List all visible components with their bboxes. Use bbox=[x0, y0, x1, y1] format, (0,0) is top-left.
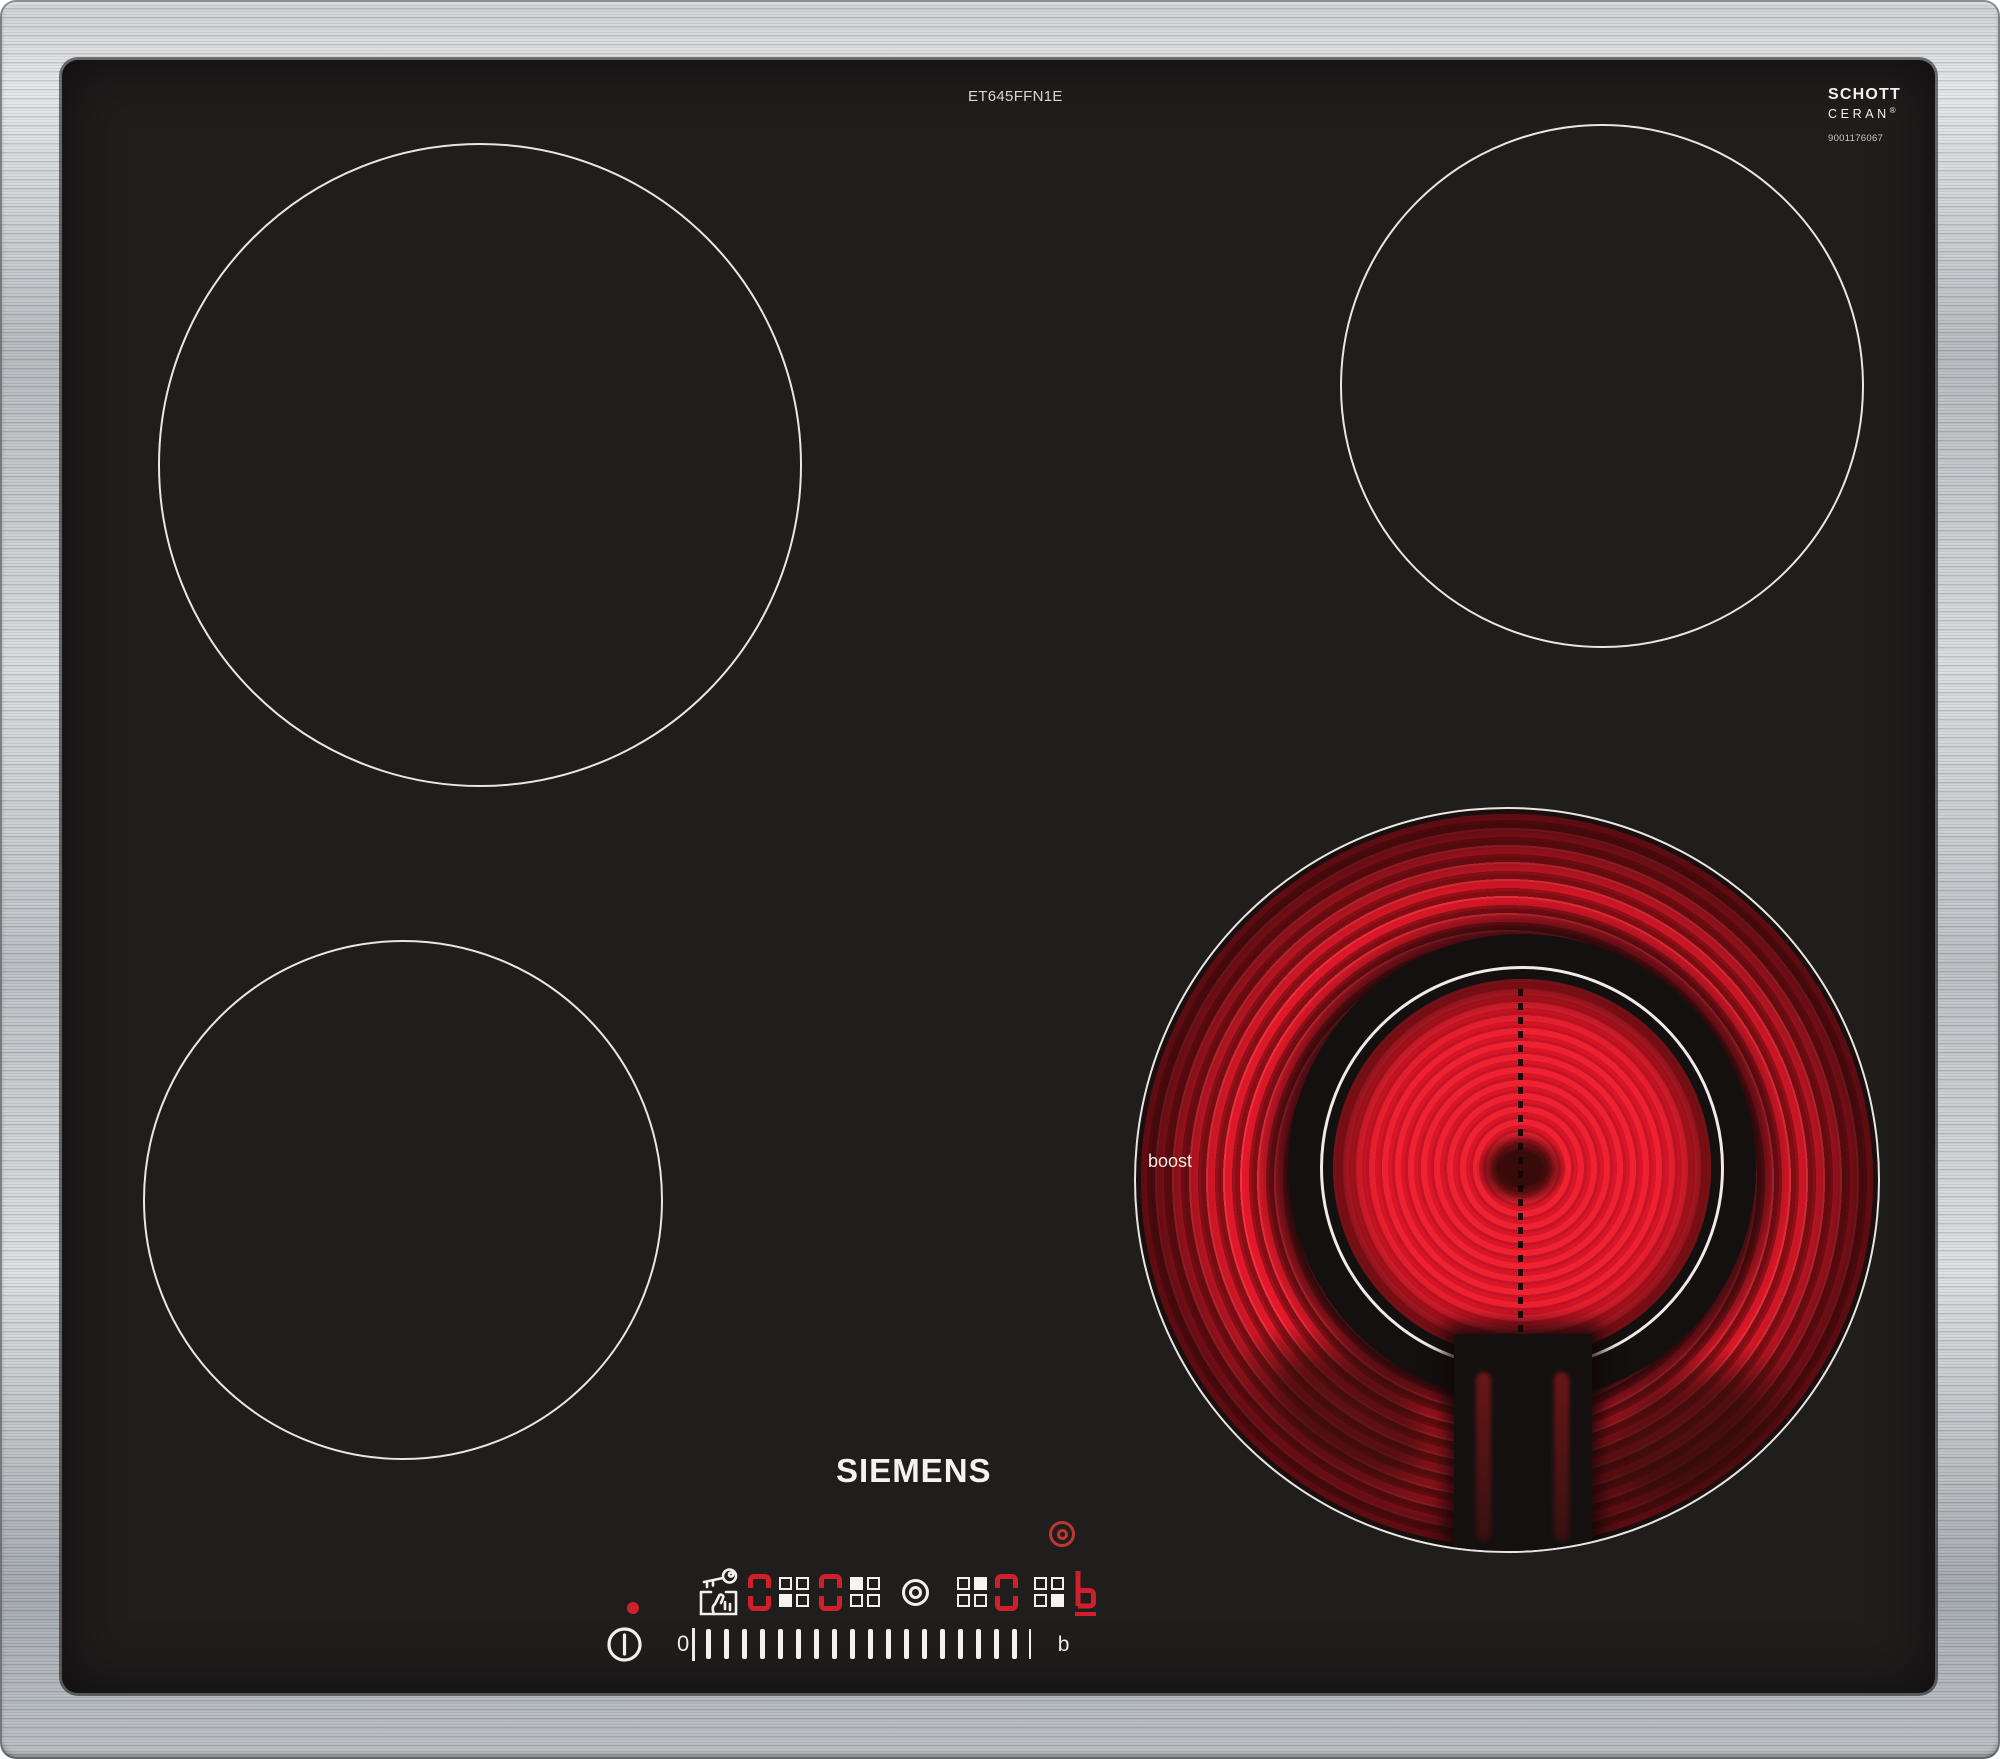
slider-tick[interactable] bbox=[940, 1629, 945, 1659]
zone-display-middle bbox=[819, 1574, 842, 1611]
slider-max-label[interactable]: b bbox=[1058, 1634, 1070, 1655]
connector-glow-right bbox=[1554, 1372, 1569, 1541]
zone-select-squares-bottom-left[interactable] bbox=[779, 1577, 809, 1607]
ceramic-glass-surface: ET645FFN1E SCHOTT CERAN® 9001176067 SIEM… bbox=[62, 60, 1935, 1693]
slider-tick[interactable] bbox=[778, 1629, 783, 1659]
cooking-zone-bottom-right-active: boost bbox=[1134, 807, 1880, 1553]
cooking-zone-top-right bbox=[1340, 124, 1864, 648]
slider-tick[interactable] bbox=[1012, 1629, 1017, 1659]
power-level-slider-row: 0 b bbox=[606, 1624, 1069, 1664]
slider-tick[interactable] bbox=[886, 1629, 891, 1659]
schott-logo-line2: CERAN® bbox=[1828, 106, 1923, 121]
slider-tick[interactable] bbox=[976, 1629, 981, 1659]
model-number: ET645FFN1E bbox=[968, 88, 1063, 105]
power-icon[interactable] bbox=[606, 1626, 643, 1663]
print-number: 9001176067 bbox=[1828, 133, 1923, 144]
dual-zone-inner-ring bbox=[909, 1586, 922, 1599]
dual-zone-active-icon bbox=[1049, 1521, 1075, 1547]
zone-display-left bbox=[748, 1574, 771, 1611]
slider-tick[interactable] bbox=[814, 1629, 819, 1659]
slider-tick[interactable] bbox=[760, 1629, 765, 1659]
zone-select-squares-bottom-right[interactable] bbox=[1034, 1577, 1064, 1607]
boost-display bbox=[1074, 1569, 1097, 1616]
boost-display-underline bbox=[1075, 1612, 1096, 1616]
slider-tick[interactable] bbox=[958, 1629, 963, 1659]
residual-heat-led bbox=[627, 1602, 639, 1614]
touch-control-row bbox=[695, 1563, 1097, 1621]
cooking-zone-bottom-left bbox=[143, 940, 663, 1460]
element-connector-shadow bbox=[1454, 1334, 1592, 1553]
zone-select-squares-top-right[interactable] bbox=[957, 1577, 987, 1607]
schott-ceran-logo: SCHOTT CERAN® 9001176067 bbox=[1828, 86, 1923, 144]
zone-display-right bbox=[995, 1574, 1018, 1611]
slider-tick[interactable] bbox=[796, 1629, 801, 1659]
zone-select-squares-top-left[interactable] bbox=[850, 1577, 880, 1607]
dual-zone-active-inner-ring bbox=[1057, 1529, 1068, 1540]
slider-ticks bbox=[706, 1629, 1017, 1659]
schott-logo-line1: SCHOTT bbox=[1828, 86, 1923, 104]
cooking-zone-top-left bbox=[158, 143, 802, 787]
slider-min-label: 0 bbox=[677, 1633, 689, 1655]
slider-tick[interactable] bbox=[850, 1629, 855, 1659]
slider-tick[interactable] bbox=[706, 1629, 711, 1659]
boost-label: boost bbox=[1148, 1151, 1192, 1172]
element-center-seam bbox=[1518, 989, 1523, 1349]
slider-tick[interactable] bbox=[742, 1629, 747, 1659]
slider-tick[interactable] bbox=[832, 1629, 837, 1659]
registered-mark: ® bbox=[1890, 106, 1896, 115]
slider-end-tick[interactable] bbox=[1029, 1629, 1031, 1659]
slider-tick[interactable] bbox=[724, 1629, 729, 1659]
siemens-logo: SIEMENS bbox=[836, 1452, 992, 1490]
key-lock-icon[interactable] bbox=[695, 1565, 742, 1620]
cooktop: ET645FFN1E SCHOTT CERAN® 9001176067 SIEM… bbox=[0, 0, 2000, 1759]
slider-tick[interactable] bbox=[904, 1629, 909, 1659]
slider-tick[interactable] bbox=[994, 1629, 999, 1659]
slider-tick[interactable] bbox=[922, 1629, 927, 1659]
slider-tick[interactable] bbox=[868, 1629, 873, 1659]
connector-glow-left bbox=[1476, 1372, 1491, 1541]
slider-min-divider bbox=[692, 1628, 695, 1661]
dual-zone-icon[interactable] bbox=[902, 1579, 929, 1606]
